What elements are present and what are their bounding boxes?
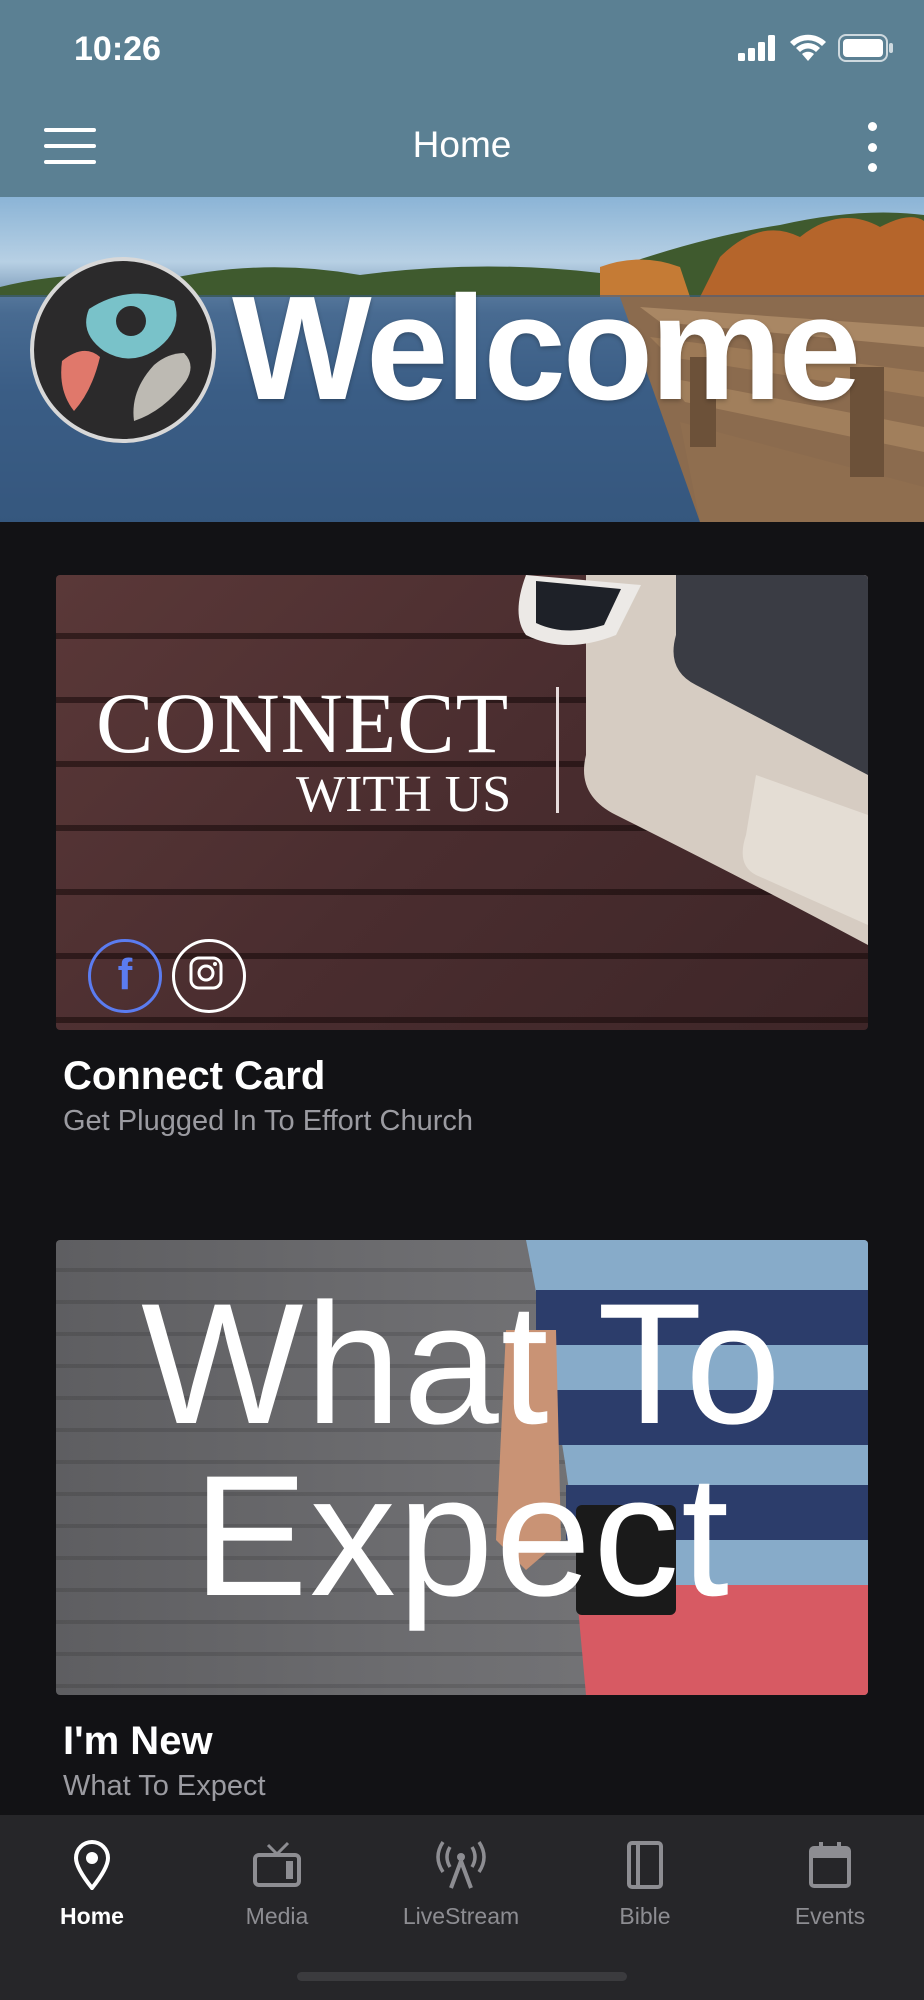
status-time: 10:26	[74, 30, 161, 68]
welcome-title: Welcome	[232, 266, 861, 431]
tab-home[interactable]: Home	[12, 1837, 172, 1930]
im-new-card-image: What To Expect	[56, 1240, 868, 1695]
instagram-icon[interactable]	[172, 939, 246, 1013]
card-subtitle: What To Expect	[63, 1770, 266, 1802]
map-pin-icon	[73, 1840, 111, 1890]
tab-label: Media	[245, 1903, 309, 1929]
tab-label: LiveStream	[402, 1903, 520, 1929]
antenna-icon	[436, 1841, 486, 1889]
book-icon	[627, 1841, 663, 1889]
signal-icon	[738, 35, 775, 61]
tab-livestream[interactable]: LiveStream	[381, 1837, 541, 1930]
facebook-icon[interactable]: f	[88, 939, 162, 1013]
tv-icon	[253, 1841, 301, 1887]
im-new-card[interactable]: What To Expect I'm New What To Expect	[56, 1240, 868, 1803]
connect-image-line2: WITH US	[296, 766, 512, 823]
wifi-icon	[790, 34, 826, 61]
card-subtitle: Get Plugged In To Effort Church	[63, 1105, 474, 1137]
expect-image-text: What To Expect	[141, 1268, 783, 1632]
card-title: Connect Card	[63, 1054, 326, 1098]
calendar-icon	[809, 1842, 851, 1888]
app-header: 10:26 Home	[0, 0, 924, 197]
connect-image-line1: CONNECT	[96, 675, 510, 771]
tab-events[interactable]: Events	[750, 1837, 910, 1930]
tab-label: Events	[794, 1903, 866, 1929]
battery-icon	[838, 34, 893, 62]
kebab-icon[interactable]	[860, 122, 884, 172]
church-logo	[30, 257, 216, 443]
welcome-banner[interactable]: Welcome	[0, 197, 924, 522]
home-indicator	[297, 1972, 627, 1981]
connect-card-image: CONNECT WITH US f	[56, 575, 868, 1030]
card-title: I'm New	[63, 1719, 213, 1763]
divider	[556, 687, 559, 813]
tab-media[interactable]: Media	[197, 1837, 357, 1930]
tab-label: Home	[60, 1903, 124, 1929]
tab-bible[interactable]: Bible	[565, 1837, 725, 1930]
bottom-tab-bar: Home Media LiveStream Bible Events	[0, 1815, 924, 2000]
status-icons	[738, 34, 894, 62]
tab-label: Bible	[619, 1903, 671, 1929]
page-title: Home	[412, 124, 512, 165]
connect-card[interactable]: CONNECT WITH US f Connect Card Get Plugg…	[56, 575, 868, 1138]
